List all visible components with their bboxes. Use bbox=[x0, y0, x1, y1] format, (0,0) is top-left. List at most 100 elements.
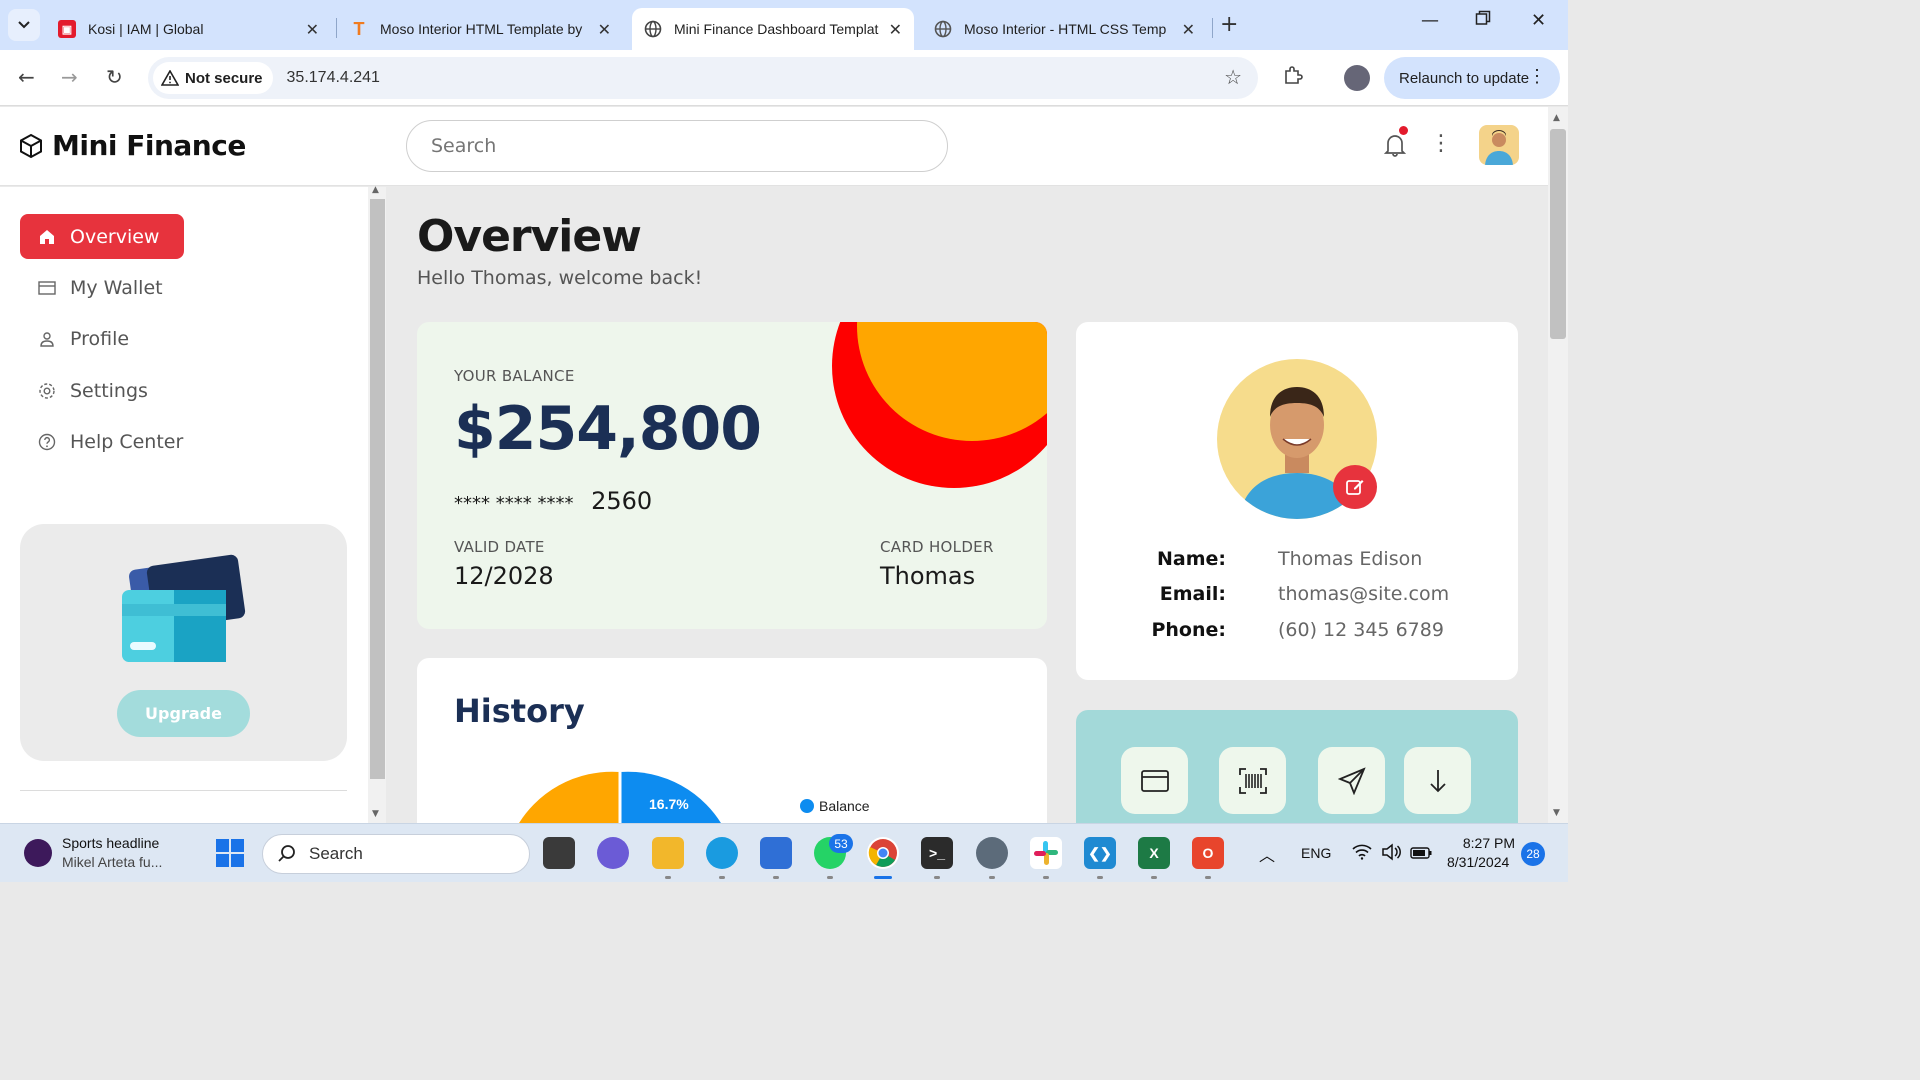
news-title: Sports headline bbox=[62, 835, 160, 851]
chrome-icon[interactable] bbox=[867, 837, 899, 869]
arrow-down-icon bbox=[1429, 769, 1446, 792]
history-pie-chart bbox=[519, 771, 721, 823]
sidebar-item-settings[interactable]: Settings bbox=[20, 368, 184, 413]
premier-league-icon bbox=[24, 839, 52, 867]
chart-legend: Balance bbox=[800, 798, 870, 814]
taskbar-running-indicator bbox=[719, 876, 725, 879]
new-tab-button[interactable]: + bbox=[1220, 12, 1238, 37]
slack-icon[interactable] bbox=[1030, 837, 1062, 869]
close-tab-icon[interactable]: ✕ bbox=[1182, 20, 1195, 40]
scroll-down-arrow-icon[interactable]: ▼ bbox=[372, 809, 379, 819]
restore-window-icon[interactable] bbox=[1475, 10, 1491, 31]
url-text[interactable]: 35.174.4.241 bbox=[287, 69, 380, 87]
browser-tab[interactable]: Moso Interior - HTML CSS Temp ✕ bbox=[922, 8, 1207, 50]
windows-taskbar: Sports headline Mikel Arteta fu... Searc… bbox=[0, 823, 1568, 882]
quick-actions-card bbox=[1076, 710, 1518, 823]
close-tab-icon[interactable]: ✕ bbox=[306, 20, 319, 40]
bookmark-star-icon[interactable]: ☆ bbox=[1224, 65, 1242, 90]
extensions-icon[interactable] bbox=[1282, 65, 1304, 91]
email-value: thomas@site.com bbox=[1278, 583, 1450, 605]
card-icon bbox=[1140, 769, 1169, 792]
close-tab-icon[interactable]: ✕ bbox=[598, 20, 611, 40]
chrome-menu-icon[interactable]: ⋮ bbox=[1528, 66, 1546, 87]
send-action-button[interactable] bbox=[1318, 747, 1385, 814]
chevron-up-icon[interactable]: ︿ bbox=[1259, 842, 1275, 866]
security-chip[interactable]: Not secure bbox=[153, 62, 273, 94]
excel-icon[interactable]: X bbox=[1138, 837, 1170, 869]
relaunch-button[interactable]: Relaunch to update ⋮ bbox=[1384, 57, 1560, 99]
name-value: Thomas Edison bbox=[1278, 548, 1423, 570]
sidebar-item-help-center[interactable]: Help Center bbox=[20, 419, 184, 464]
back-arrow-icon[interactable]: ← bbox=[18, 65, 35, 89]
language-indicator[interactable]: ENG bbox=[1301, 845, 1331, 861]
news-widget[interactable]: Sports headline Mikel Arteta fu... bbox=[24, 834, 162, 872]
search-icon bbox=[278, 845, 295, 862]
tab-title: Moso Interior - HTML CSS Temp bbox=[964, 21, 1167, 37]
scroll-up-arrow-icon[interactable]: ▲ bbox=[1553, 113, 1560, 123]
more-options-icon[interactable]: ⋮ bbox=[1430, 133, 1452, 155]
upgrade-panel: Upgrade bbox=[20, 524, 347, 761]
taskbar-search[interactable]: Search bbox=[262, 834, 530, 874]
tab-divider bbox=[1212, 18, 1213, 38]
close-window-icon[interactable]: ✕ bbox=[1531, 10, 1546, 31]
reload-icon[interactable]: ↻ bbox=[106, 65, 123, 89]
microsoft-store-icon[interactable] bbox=[760, 837, 792, 869]
battery-icon[interactable] bbox=[1410, 846, 1432, 864]
teams-chat-icon[interactable] bbox=[597, 837, 629, 869]
notification-count-badge[interactable]: 28 bbox=[1521, 842, 1545, 866]
sidebar-item-profile[interactable]: Profile bbox=[20, 316, 184, 361]
browser-tab[interactable]: ▣ Kosi | IAM | Global ✕ bbox=[46, 8, 331, 50]
forward-arrow-icon[interactable]: → bbox=[61, 65, 78, 89]
balance-amount: $254,800 bbox=[454, 394, 762, 464]
clock-time[interactable]: 8:27 PM bbox=[1462, 835, 1515, 851]
page-scroll-thumb[interactable] bbox=[1550, 129, 1566, 339]
taskbar-running-indicator bbox=[1043, 876, 1049, 879]
brand-name: Mini Finance bbox=[52, 129, 246, 162]
profile-name-row: Name: Thomas Edison bbox=[1076, 548, 1518, 578]
avatar[interactable] bbox=[1479, 125, 1519, 165]
tab-search-dropdown[interactable] bbox=[8, 9, 40, 41]
clock-date[interactable]: 8/31/2024 bbox=[1447, 854, 1509, 870]
sidebar-scroll-thumb[interactable] bbox=[370, 199, 385, 779]
edit-photo-button[interactable] bbox=[1333, 465, 1377, 509]
browser-tab[interactable]: T Moso Interior HTML Template by ✕ bbox=[338, 8, 623, 50]
scroll-down-arrow-icon[interactable]: ▼ bbox=[1553, 808, 1560, 818]
close-tab-icon[interactable]: ✕ bbox=[889, 20, 902, 40]
legend-dot bbox=[800, 799, 814, 813]
app-header: Mini Finance ⋮ bbox=[0, 107, 1548, 186]
windows-start-icon[interactable] bbox=[216, 839, 244, 872]
browser-tab-active[interactable]: Mini Finance Dashboard Template ✕ bbox=[632, 8, 914, 50]
scroll-up-arrow-icon[interactable]: ▲ bbox=[372, 185, 379, 195]
security-label: Not secure bbox=[185, 69, 263, 87]
brand-logo[interactable]: Mini Finance bbox=[18, 129, 246, 162]
sidebar-item-label: Help Center bbox=[70, 430, 184, 453]
upgrade-button[interactable]: Upgrade bbox=[117, 690, 250, 737]
profile-phone-row: Phone: (60) 12 345 6789 bbox=[1076, 619, 1518, 649]
card-action-button[interactable] bbox=[1121, 747, 1188, 814]
search-input[interactable] bbox=[406, 120, 948, 172]
settings-gear-icon[interactable] bbox=[976, 837, 1008, 869]
history-card: History 16.7% Balance bbox=[417, 658, 1047, 823]
taskbar-running-indicator bbox=[1151, 876, 1157, 879]
sidebar-item-label: My Wallet bbox=[70, 276, 163, 299]
kosi-favicon-icon: ▣ bbox=[58, 20, 76, 38]
download-action-button[interactable] bbox=[1404, 747, 1471, 814]
sidebar-item-label: Overview bbox=[70, 225, 160, 248]
edge-browser-icon[interactable] bbox=[706, 837, 738, 869]
office-icon[interactable]: O bbox=[1192, 837, 1224, 869]
bell-icon[interactable] bbox=[1383, 133, 1407, 161]
sidebar-item-my-wallet[interactable]: My Wallet bbox=[20, 265, 184, 310]
volume-icon[interactable] bbox=[1381, 843, 1401, 866]
minimize-window-icon[interactable]: — bbox=[1421, 10, 1439, 31]
sidebar-item-overview[interactable]: Overview bbox=[20, 214, 184, 259]
vscode-icon[interactable]: ❮❯ bbox=[1084, 837, 1116, 869]
card-holder-value: Thomas bbox=[880, 562, 976, 590]
profile-avatar-icon[interactable] bbox=[1344, 65, 1370, 91]
terminal-icon[interactable]: >_ bbox=[921, 837, 953, 869]
taskbar-running-indicator bbox=[827, 876, 833, 879]
omnibox[interactable]: Not secure 35.174.4.241 ☆ bbox=[148, 57, 1258, 99]
scan-action-button[interactable] bbox=[1219, 747, 1286, 814]
file-explorer-icon[interactable] bbox=[652, 837, 684, 869]
task-view-icon[interactable] bbox=[543, 837, 575, 869]
wifi-icon[interactable] bbox=[1352, 844, 1372, 865]
